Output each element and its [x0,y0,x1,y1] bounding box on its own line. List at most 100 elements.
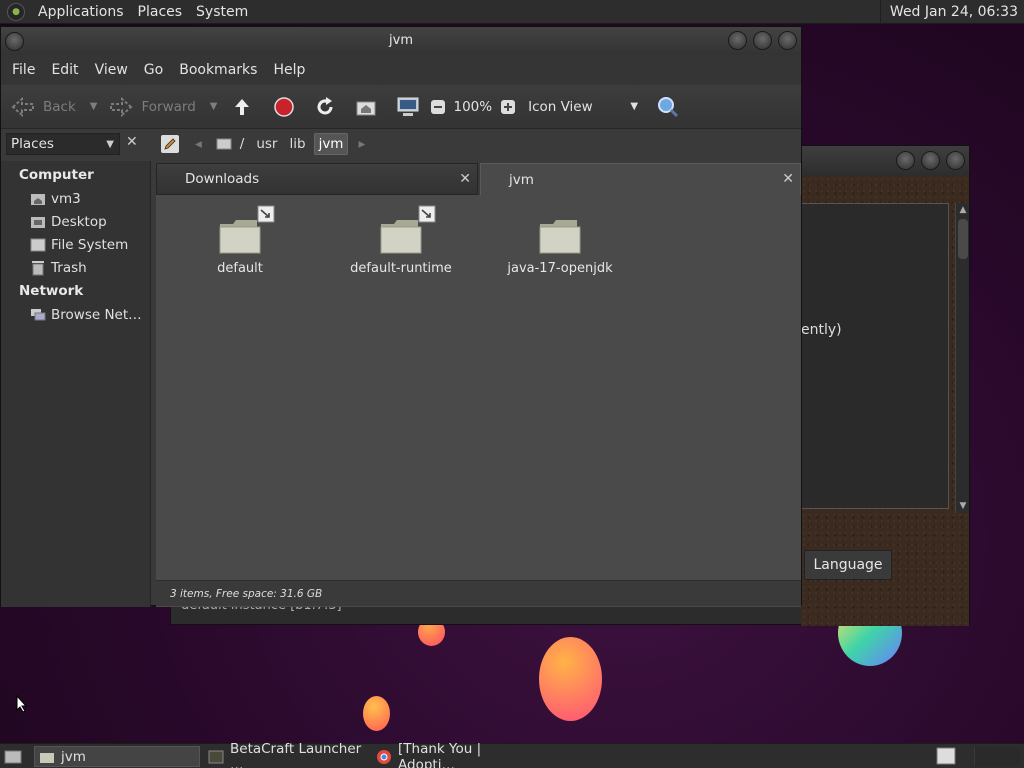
task-browser[interactable]: [Thank You | Adopti… [372,741,536,768]
window-title: jvm [389,33,413,48]
sidebar-item-browse-network[interactable]: Browse Net… [1,303,150,326]
chevron-down-icon: ▼ [106,138,114,150]
view-mode-select[interactable]: Icon View ▼ [528,99,638,115]
maximize-button[interactable] [921,151,940,170]
menu-go[interactable]: Go [136,62,171,78]
zoom-in-icon[interactable] [500,99,516,115]
close-tab-icon[interactable]: ✕ [782,171,794,187]
maximize-button[interactable] [753,31,772,50]
task-label: jvm [61,748,86,765]
system-menu[interactable]: System [189,4,255,20]
reload-icon[interactable] [314,96,336,118]
task-label: BetaCraft Launcher … [230,740,362,768]
path-scroll-left-icon[interactable]: ◂ [195,136,202,152]
menu-bookmarks[interactable]: Bookmarks [171,62,265,78]
scroll-up-icon[interactable]: ▲ [956,203,970,217]
folder-item[interactable]: java-17-openjdk [490,215,630,276]
folder-name: default [217,261,263,276]
breadcrumb-usr[interactable]: usr [252,134,281,154]
file-manager-window: jvm File Edit View Go Bookmarks Help Bac… [0,26,802,607]
path-scroll-right-icon[interactable]: ▸ [358,136,365,152]
breadcrumb: ◂ / usr lib jvm ▸ [161,132,365,156]
back-button[interactable]: Back [11,96,76,117]
file-view[interactable]: Downloads ✕ jvm ✕ default default-runtim… [156,161,801,607]
text-panel [801,203,949,509]
back-history-dropdown-icon[interactable]: ▼ [90,101,98,112]
workspace-switcher-icon[interactable] [936,747,956,765]
minimize-button[interactable] [728,31,747,50]
close-button[interactable] [778,31,797,50]
folder-item[interactable]: default [170,205,310,276]
sidebar-header-network: Network [19,283,84,299]
tab-label: jvm [509,171,534,188]
breadcrumb-root[interactable]: / [236,134,249,154]
menu-view[interactable]: View [87,62,136,78]
view-mode-label: Icon View [528,98,593,115]
wallpaper-bubble [539,637,602,721]
folder-name: java-17-openjdk [507,261,613,276]
window-menu-button[interactable] [5,32,24,51]
breadcrumb-jvm[interactable]: jvm [313,133,349,155]
folder-icon [378,205,436,255]
status-bar: 3 items, Free space: 31.6 GB [156,580,801,606]
close-tab-icon[interactable]: ✕ [459,171,471,187]
taskbar: jvm BetaCraft Launcher … [Thank You | Ad… [0,741,1024,768]
task-jvm[interactable]: jvm [34,746,200,767]
clock[interactable]: Wed Jan 24, 06:33 [879,0,1024,24]
sidebar-mode-select[interactable]: Places ▼ [6,133,120,155]
home-folder-icon[interactable] [355,97,377,117]
scroll-down-icon[interactable]: ▼ [956,499,970,513]
forward-button[interactable]: Forward [109,96,196,117]
sidebar-item-desktop[interactable]: Desktop [1,210,150,233]
folder-icon [39,750,55,764]
window-titlebar[interactable]: jvm [1,27,801,55]
scroll-thumb[interactable] [958,219,968,259]
show-desktop-icon[interactable] [4,748,22,764]
symlink-icon [418,205,436,223]
search-icon[interactable] [656,95,680,119]
up-arrow-icon[interactable] [231,96,253,118]
task-label: [Thank You | Adopti… [398,740,482,768]
forward-arrow-icon [109,96,133,117]
breadcrumb-lib[interactable]: lib [285,134,309,154]
sidebar-item-label: Desktop [51,213,107,230]
zoom-out-icon[interactable] [430,99,446,115]
top-panel: ● Applications Places System Wed Jan 24,… [0,0,1024,24]
forward-label: Forward [141,98,196,115]
task-betacraft[interactable]: BetaCraft Launcher … [204,741,368,768]
workspace-2[interactable] [974,747,1020,766]
drive-icon[interactable] [216,137,232,151]
drive-icon [29,236,46,253]
sidebar-item-label: vm3 [51,190,81,207]
forward-history-dropdown-icon[interactable]: ▼ [210,101,218,112]
scrollbar[interactable]: ▲ ▼ [955,203,969,513]
menu-edit[interactable]: Edit [43,62,86,78]
language-button[interactable]: Language [804,550,892,580]
trash-icon [29,259,46,276]
applications-menu[interactable]: Applications [31,4,131,20]
places-menu[interactable]: Places [131,4,190,20]
tab-downloads[interactable]: Downloads ✕ [156,163,478,195]
sidebar-item-file-system[interactable]: File System [1,233,150,256]
zoom-level: 100% [453,98,493,115]
menu-file[interactable]: File [4,62,43,78]
close-button[interactable] [946,151,965,170]
sidebar-item-vm3[interactable]: vm3 [1,187,150,210]
menubar: File Edit View Go Bookmarks Help [1,55,801,85]
tab-bar: Downloads ✕ jvm ✕ [156,161,801,195]
minimize-button[interactable] [896,151,915,170]
folder-item[interactable]: default-runtime [331,205,471,276]
tab-jvm[interactable]: jvm ✕ [480,163,801,195]
edit-location-icon[interactable] [161,135,179,153]
menu-help[interactable]: Help [265,62,313,78]
stop-icon[interactable] [273,96,295,118]
sidebar-item-trash[interactable]: Trash [1,256,150,279]
close-sidebar-icon[interactable]: ✕ [126,134,138,150]
network-icon [29,306,46,323]
distro-logo-icon[interactable]: ● [7,2,25,21]
mouse-cursor-icon [16,695,28,713]
tab-label: Downloads [185,171,260,187]
folder-icon [537,215,583,255]
computer-icon[interactable] [396,96,420,118]
chevron-down-icon: ▼ [630,101,639,112]
